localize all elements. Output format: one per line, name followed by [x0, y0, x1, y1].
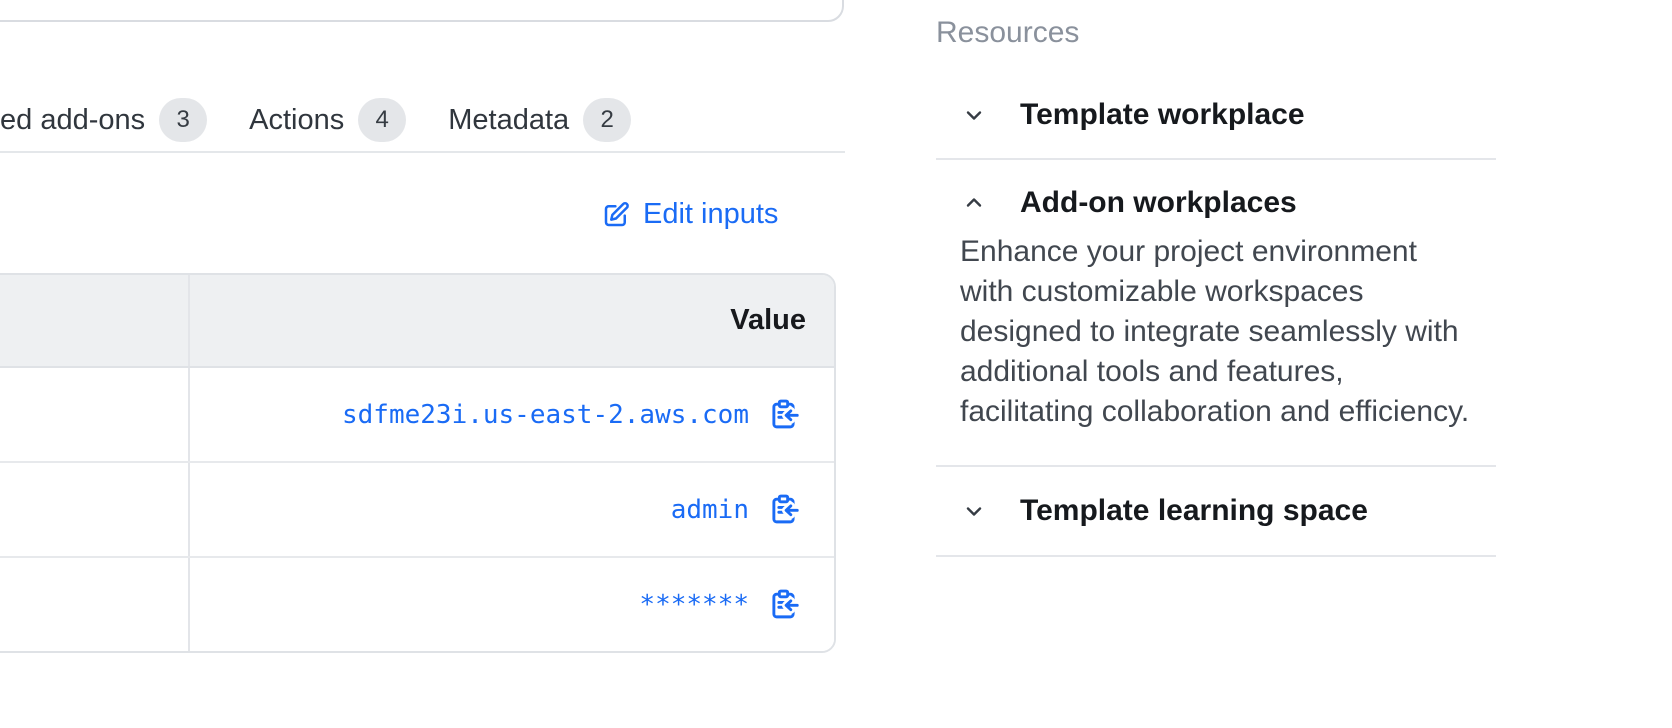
clipboard-paste-icon[interactable] [767, 588, 800, 621]
input-value: admin [671, 495, 749, 525]
tab-actions[interactable]: Actions 4 [249, 98, 406, 142]
tab-count-badge: 2 [583, 98, 631, 142]
pencil-square-icon [601, 200, 631, 230]
input-value: sdfme23i.us-east-2.aws.com [342, 400, 749, 430]
name-cell [0, 368, 190, 461]
input-value-masked: ******* [639, 590, 749, 620]
clipboard-paste-icon[interactable] [767, 398, 800, 431]
resources-accordion: Template workplace Add-on workplaces Enh… [936, 72, 1496, 557]
accordion-section-template-workplace: Template workplace [936, 72, 1496, 160]
table-row: admin [0, 463, 834, 558]
value-cell: sdfme23i.us-east-2.aws.com [190, 368, 834, 461]
section-title: Template workplace [1020, 94, 1305, 136]
accordion-header[interactable]: Template learning space [936, 467, 1496, 555]
tab-bar: ed add-ons 3 Actions 4 Metadata 2 [0, 96, 631, 144]
tab-label: Metadata [448, 104, 569, 137]
value-cell: ******* [190, 558, 834, 651]
clipboard-paste-icon[interactable] [767, 493, 800, 526]
chevron-down-icon [962, 499, 986, 523]
edit-inputs-button[interactable]: Edit inputs [601, 198, 778, 231]
accordion-section-template-learning-space: Template learning space [936, 467, 1496, 557]
inputs-table: Value sdfme23i.us-east-2.aws.com [0, 273, 836, 653]
top-card-remnant [0, 0, 844, 22]
table-row: sdfme23i.us-east-2.aws.com [0, 368, 834, 463]
tab-metadata[interactable]: Metadata 2 [448, 98, 631, 142]
chevron-down-icon [962, 103, 986, 127]
tab-label: ed add-ons [0, 104, 145, 137]
tabs-divider [0, 151, 845, 153]
chevron-up-icon [962, 191, 986, 215]
resources-panel: Resources Template workplace [936, 16, 1496, 557]
section-title: Add-on workplaces [1020, 182, 1297, 224]
tab-count-badge: 4 [358, 98, 406, 142]
section-description: Enhance your project environment with cu… [960, 232, 1478, 465]
accordion-header[interactable]: Add-on workplaces [936, 160, 1496, 216]
value-cell: admin [190, 463, 834, 556]
tab-installed-add-ons[interactable]: ed add-ons 3 [0, 98, 207, 142]
name-cell [0, 463, 190, 556]
accordion-header[interactable]: Template workplace [936, 72, 1496, 158]
accordion-section-add-on-workplaces: Add-on workplaces Enhance your project e… [936, 160, 1496, 467]
section-title: Template learning space [1020, 490, 1368, 532]
value-column-header: Value [190, 275, 834, 366]
table-header-row: Value [0, 275, 834, 368]
tab-count-badge: 3 [159, 98, 207, 142]
name-column-header [0, 275, 190, 366]
resources-title: Resources [936, 16, 1496, 50]
page: ed add-ons 3 Actions 4 Metadata 2 Edit i… [0, 0, 1672, 728]
name-cell [0, 558, 190, 651]
table-row: ******* [0, 558, 834, 651]
edit-inputs-label: Edit inputs [643, 198, 778, 231]
tab-label: Actions [249, 104, 344, 137]
